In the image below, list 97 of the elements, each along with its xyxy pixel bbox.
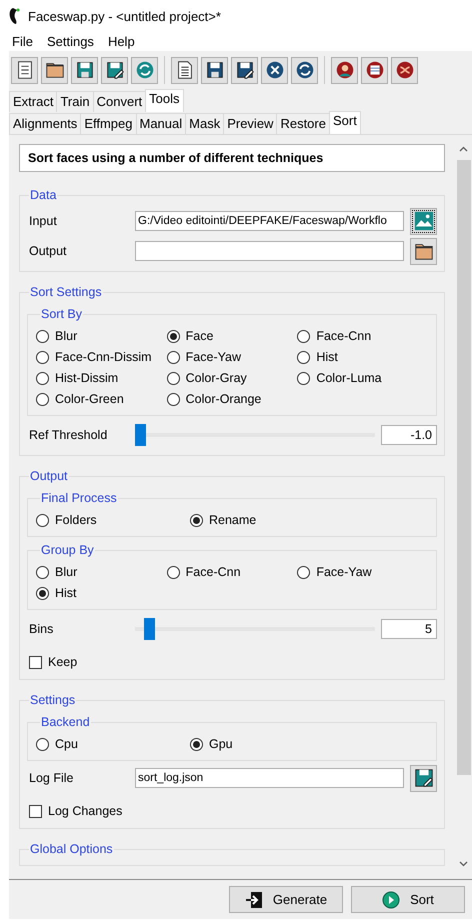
radio-button[interactable]: [166, 392, 180, 406]
radio-label: Blur: [55, 329, 78, 343]
toolbar-button[interactable]: [71, 56, 98, 84]
radio-label: Face-Cnn: [316, 329, 372, 343]
field-label: Output: [29, 244, 68, 258]
radio-button[interactable]: [297, 330, 310, 342]
field-label: Log File: [29, 771, 74, 785]
radio-button[interactable]: [166, 350, 180, 364]
radio-button[interactable]: [36, 586, 49, 600]
radio-button[interactable]: [166, 330, 180, 342]
group-title: Data: [29, 188, 58, 202]
checkbox[interactable]: [29, 656, 42, 668]
slider-thumb[interactable]: [135, 424, 146, 446]
radio-button[interactable]: [36, 566, 49, 578]
radio-label: Color-Luma: [316, 371, 382, 385]
scroll-down-icon[interactable]: [459, 861, 468, 867]
tab[interactable]: Alignments: [9, 113, 82, 134]
radio-label: Hist: [55, 586, 77, 600]
path-field[interactable]: G:/Video editointi/DEEPFAKE/Faceswap/Workflo: [135, 211, 404, 231]
browse-button[interactable]: [410, 238, 437, 264]
radio-label: Hist: [316, 350, 338, 364]
toolbar-button[interactable]: [261, 56, 288, 84]
tab[interactable]: Sort: [328, 111, 361, 134]
checkbox-label: Keep: [48, 655, 78, 669]
description-box: Sort faces using a number of different techniques: [19, 144, 445, 172]
browse-button[interactable]: [410, 764, 437, 792]
toolbar-button[interactable]: [231, 56, 258, 84]
scrollbar-thumb[interactable]: [456, 160, 470, 775]
group-title: Sort By: [40, 307, 83, 321]
group-title: Group By: [40, 543, 95, 557]
radio-label: Face-Cnn: [186, 565, 241, 579]
checkbox[interactable]: [29, 804, 42, 818]
radio-label: Color-Green: [55, 392, 124, 406]
radio-button[interactable]: [297, 566, 310, 578]
group-title: Output: [29, 469, 69, 483]
toolbar-button[interactable]: [291, 56, 318, 84]
radio-label: Color-Gray: [186, 371, 247, 385]
toolbar-button[interactable]: [101, 56, 128, 84]
radio-label: Blur: [55, 565, 78, 579]
radio-button[interactable]: [36, 330, 49, 342]
menu-item[interactable]: Help: [100, 34, 142, 49]
window-title: Faceswap.py - <untitled project>*: [28, 8, 221, 24]
field-label: Input: [29, 214, 58, 228]
floppy-disk-pencil-icon: [412, 767, 434, 789]
radio-button[interactable]: [36, 350, 49, 364]
radio-label: Cpu: [55, 737, 78, 751]
radio-label: Gpu: [209, 737, 233, 751]
tab[interactable]: Tools: [145, 89, 184, 112]
radio-button[interactable]: [166, 566, 180, 578]
toolbar-button[interactable]: [11, 56, 38, 84]
radio-button[interactable]: [297, 372, 310, 384]
group-title: Global Options: [29, 842, 114, 856]
toolbar-button[interactable]: [331, 56, 358, 84]
path-field[interactable]: [135, 241, 404, 261]
radio-button[interactable]: [36, 392, 49, 406]
toolbar-button[interactable]: [391, 56, 418, 84]
radio-label: Rename: [209, 513, 256, 527]
menu-item[interactable]: File: [5, 34, 40, 49]
path-field[interactable]: sort_log.json: [135, 768, 404, 788]
group-title: Sort Settings: [29, 285, 103, 299]
radio-button[interactable]: [190, 514, 203, 526]
radio-label: Folders: [55, 513, 97, 527]
radio-label: Face: [186, 329, 214, 343]
slider-thumb[interactable]: [144, 618, 156, 640]
browse-button[interactable]: [410, 208, 437, 234]
checkbox-label: Log Changes: [48, 804, 122, 818]
field-label: Bins: [29, 622, 54, 636]
app-logo-icon: [9, 8, 20, 24]
radio-button[interactable]: [297, 350, 310, 364]
group-title: Settings: [29, 693, 76, 707]
radio-label: Face-Yaw: [316, 565, 372, 579]
export-icon: [244, 890, 263, 908]
radio-button[interactable]: [36, 738, 49, 750]
action-button[interactable]: Generate: [229, 886, 343, 913]
group-title: Backend: [40, 715, 91, 729]
radio-label: Color-Orange: [186, 392, 262, 406]
toolbar-button[interactable]: [361, 56, 388, 84]
action-button[interactable]: Sort: [351, 886, 465, 913]
value-field[interactable]: -1.0: [381, 425, 437, 445]
radio-button[interactable]: [36, 514, 49, 526]
radio-button[interactable]: [36, 372, 49, 384]
image-icon: [412, 210, 434, 232]
field-label: Ref Threshold: [29, 428, 108, 442]
tab[interactable]: Effmpeg: [80, 113, 136, 134]
radio-button[interactable]: [166, 372, 180, 384]
group-title: Final Process: [40, 491, 118, 505]
radio-label: Face-Cnn-Dissim: [55, 350, 152, 364]
radio-label: Hist-Dissim: [55, 371, 118, 385]
toolbar-button[interactable]: [201, 56, 228, 84]
radio-label: Face-Yaw: [186, 350, 241, 364]
play-icon: [382, 890, 400, 908]
tab[interactable]: Extract: [9, 91, 58, 112]
radio-button[interactable]: [190, 738, 203, 750]
value-field[interactable]: 5: [381, 619, 437, 639]
toolbar-button[interactable]: [171, 56, 198, 84]
menu-item[interactable]: Settings: [40, 34, 101, 49]
toolbar-button[interactable]: [41, 56, 68, 84]
